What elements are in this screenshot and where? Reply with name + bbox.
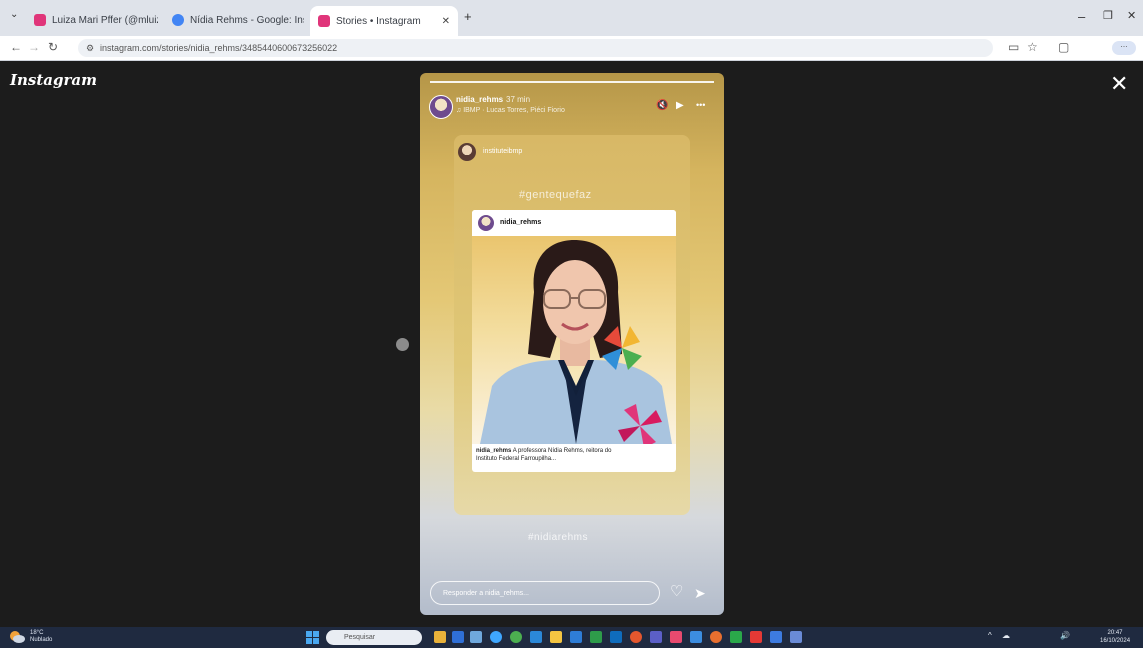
google-favicon-icon	[172, 14, 184, 26]
portrait-image	[480, 240, 672, 444]
story-timestamp: 37 min	[506, 95, 531, 104]
forward-arrow-icon[interactable]: →	[28, 40, 40, 54]
reload-icon[interactable]: ↻	[48, 40, 58, 54]
tab-label: Stories • Instagram	[336, 15, 421, 27]
file-explorer-icon[interactable]	[434, 631, 446, 643]
instagram-favicon-icon	[34, 14, 46, 26]
install-app-icon[interactable]: ▭	[1008, 40, 1019, 54]
mute-icon[interactable]: 🔇	[656, 100, 668, 111]
instagram-story-viewer: Instagram ✕ nidia_rehms 37 min ♫ IBMP · …	[0, 61, 1143, 627]
app-icon[interactable]	[730, 631, 742, 643]
bookmark-star-icon[interactable]: ☆	[1027, 40, 1038, 54]
close-window-button[interactable]: ✕	[1127, 9, 1136, 22]
maximize-button[interactable]: ❐	[1103, 9, 1113, 22]
word-icon[interactable]	[570, 631, 582, 643]
close-story-button[interactable]: ✕	[1110, 73, 1128, 95]
extensions-icon[interactable]: ▢	[1058, 40, 1069, 54]
tab-label: Luiza Mari Pffer (@mluiza...	[52, 14, 158, 26]
tray-overflow-icon[interactable]: ^	[988, 631, 992, 640]
weather-description: Nublado	[30, 637, 53, 643]
avatar[interactable]	[429, 95, 453, 119]
weather-icon[interactable]	[8, 629, 26, 645]
tab-search-icon[interactable]: ⌄	[10, 9, 18, 20]
app-icon[interactable]	[710, 631, 722, 643]
browser-tab-bar: ⌄ Luiza Mari Pffer (@mluiza... ✕ Nídia R…	[0, 0, 1143, 36]
app-icon[interactable]	[790, 631, 802, 643]
widgets-icon[interactable]	[470, 631, 482, 643]
more-options-icon[interactable]: •••	[696, 100, 705, 110]
tab-luiza[interactable]: Luiza Mari Pffer (@mluiza... ✕	[26, 7, 158, 33]
onedrive-icon[interactable]: ☁	[1002, 631, 1010, 640]
clock-time: 20:47	[1107, 630, 1123, 636]
back-arrow-icon[interactable]: ←	[10, 40, 22, 54]
post-username: nidia_rehms	[500, 219, 542, 226]
play-icon[interactable]: ▶	[676, 100, 684, 111]
url-input[interactable]: ⚙ instagram.com/stories/nidia_rehms/3485…	[78, 39, 993, 57]
app-icon[interactable]	[770, 631, 782, 643]
url-text: instagram.com/stories/nidia_rehms/348544…	[100, 43, 338, 53]
weather-temperature: 18°C	[30, 630, 44, 636]
windows-start-icon[interactable]	[306, 631, 319, 644]
app-icon[interactable]	[690, 631, 702, 643]
profile-button[interactable]: ⋯	[1112, 41, 1136, 55]
tab-close-icon[interactable]: ✕	[442, 16, 450, 27]
reply-placeholder: Responder a nidia_rehms...	[443, 590, 529, 597]
new-tab-button[interactable]: +	[464, 9, 472, 24]
teams-icon[interactable]	[650, 631, 662, 643]
windows-taskbar: 18°C Nublado ⌕ Pesquisar ^ ☁ 🔊 20:47 16/…	[0, 627, 1143, 648]
post-photo	[472, 236, 676, 444]
tab-stories-instagram[interactable]: Stories • Instagram ✕	[310, 6, 458, 36]
taskview-icon[interactable]	[452, 631, 464, 643]
story-progress-bar	[430, 81, 714, 83]
reply-input[interactable]: Responder a nidia_rehms...	[430, 581, 660, 605]
address-bar: ← → ↻ ⚙ instagram.com/stories/nidia_rehm…	[0, 36, 1143, 61]
clock-date: 16/10/2024	[1100, 638, 1131, 644]
repost-card: instituteibmp #gentequefaz nidia_rehms n…	[454, 135, 690, 543]
heart-icon[interactable]: ♡	[670, 583, 683, 601]
instagram-logo[interactable]: Instagram	[10, 71, 97, 89]
post-caption: nidia_rehms A professora Nídia Rehms, re…	[476, 447, 626, 463]
caption-username: nidia_rehms	[476, 448, 512, 454]
volume-icon[interactable]: 🔊	[1060, 631, 1070, 640]
app-icon[interactable]	[670, 631, 682, 643]
send-icon[interactable]: ➤	[694, 584, 706, 602]
site-info-icon[interactable]: ⚙	[86, 39, 94, 57]
pdf-reader-icon[interactable]	[750, 631, 762, 643]
instagram-favicon-icon	[318, 15, 330, 27]
post-header: nidia_rehms	[472, 210, 676, 236]
tab-google[interactable]: Nídia Rehms - Google: Instit... ✕	[164, 7, 304, 33]
shared-post[interactable]: nidia_rehms nidia_rehms A professora Níd…	[472, 210, 676, 472]
minimize-button[interactable]: –	[1078, 9, 1085, 24]
weather-widget[interactable]: 18°C Nublado	[30, 630, 52, 644]
previous-story-button[interactable]	[396, 338, 409, 351]
firefox-icon[interactable]	[630, 631, 642, 643]
store-icon[interactable]	[530, 631, 542, 643]
hashtag-bottom: #nidiarehms	[528, 532, 588, 543]
hashtag-top: #gentequefaz	[519, 189, 592, 201]
edge-icon[interactable]	[490, 631, 502, 643]
outlook-icon[interactable]	[610, 631, 622, 643]
excel-icon[interactable]	[590, 631, 602, 643]
system-clock[interactable]: 20:47 16/10/2024	[1100, 629, 1130, 645]
tab-label: Nídia Rehms - Google: Instit...	[190, 14, 304, 26]
story-music-label[interactable]: ♫ IBMP · Lucas Torres, Piéci Fiorio	[456, 107, 565, 114]
avatar	[458, 143, 476, 161]
avatar	[478, 215, 494, 231]
folder-icon[interactable]	[550, 631, 562, 643]
repost-username: instituteibmp	[483, 148, 523, 155]
taskbar-search-input[interactable]: Pesquisar	[326, 630, 422, 645]
story-username[interactable]: nidia_rehms	[456, 95, 503, 104]
chrome-icon[interactable]	[510, 631, 522, 643]
story-card[interactable]: nidia_rehms 37 min ♫ IBMP · Lucas Torres…	[420, 73, 724, 615]
